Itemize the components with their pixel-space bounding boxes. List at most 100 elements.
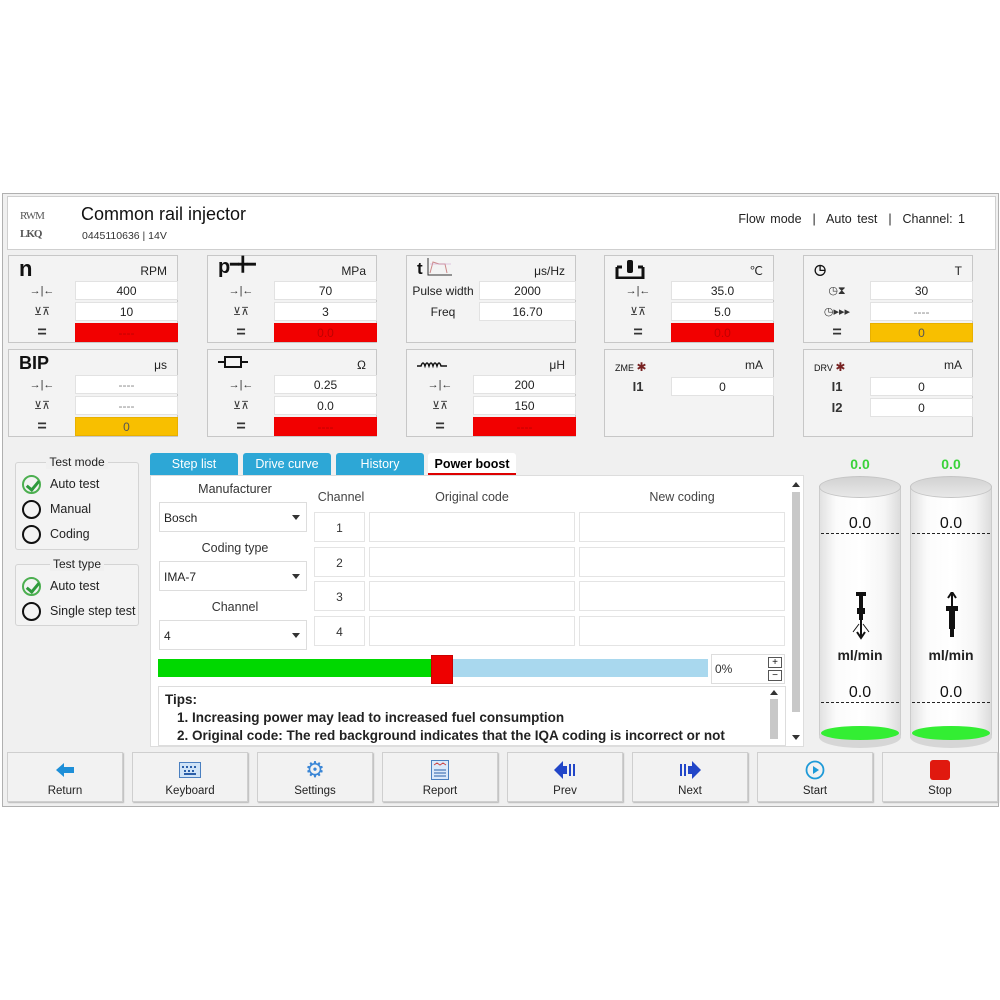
manufacturer-select[interactable]: Bosch xyxy=(159,502,307,532)
radio-label: Single step test xyxy=(50,604,136,618)
cell-new-coding[interactable] xyxy=(579,512,785,542)
radio-circle-icon xyxy=(22,524,41,544)
return-button[interactable]: Return xyxy=(7,752,123,802)
time-run[interactable]: ---- xyxy=(870,302,973,321)
rpm-tolerance[interactable]: 10 xyxy=(75,302,178,321)
keyboard-button[interactable]: Keyboard xyxy=(132,752,248,802)
cell-original-code[interactable] xyxy=(369,547,575,577)
freq-value[interactable]: 16.70 xyxy=(479,302,576,321)
coding-type-label: Coding type xyxy=(201,541,269,555)
injection-readout: 0.0 xyxy=(850,456,870,472)
panel-bip: BIP μs →|← ---- ⊻⊼ ---- = 0 xyxy=(8,349,178,437)
pulse-width-value[interactable]: 2000 xyxy=(479,281,576,300)
button-label: Report xyxy=(422,785,458,797)
scroll-up-icon xyxy=(792,482,800,487)
tab-history[interactable]: History xyxy=(336,453,424,475)
channel-label: Channel xyxy=(211,600,259,614)
inductance-tolerance[interactable]: 150 xyxy=(473,396,576,415)
clock-icon: ◷ xyxy=(814,261,827,277)
radio-label: Auto test xyxy=(50,477,100,491)
panel-rpm: n RPM →|← 400 ⊻⊼ 10 = ---- xyxy=(8,255,178,343)
prev-button[interactable]: Prev xyxy=(507,752,623,802)
stop-button[interactable]: Stop xyxy=(882,752,998,802)
cell-new-coding[interactable] xyxy=(579,547,785,577)
cell-original-code[interactable] xyxy=(369,616,575,646)
zme-title: ZME ✱ xyxy=(615,360,647,374)
decrement-button[interactable]: − xyxy=(768,670,782,681)
gear-icon: ⚙ xyxy=(305,757,325,782)
tab-drive-curve[interactable]: Drive curve xyxy=(243,453,331,475)
pressure-tolerance[interactable]: 3 xyxy=(274,302,377,321)
temperature-target[interactable]: 35.0 xyxy=(671,281,774,300)
target-icon: →|← xyxy=(228,379,254,391)
content-scrollbar[interactable] xyxy=(791,480,801,742)
equals-icon: = xyxy=(435,418,445,435)
tab-power-boost[interactable]: Power boost xyxy=(428,453,516,475)
next-button[interactable]: Next xyxy=(632,752,748,802)
timer-run-icon: ◷▸▸▸ xyxy=(823,306,851,318)
drv-i1-label: I1 xyxy=(831,379,843,394)
return-unit: ml/min xyxy=(928,647,974,663)
panel-drv: DRV ✱ mA I1 0 I2 0 xyxy=(803,349,973,437)
bip-title: BIP xyxy=(19,353,50,373)
button-label: Start xyxy=(802,785,828,797)
button-label: Keyboard xyxy=(165,785,215,797)
cell-original-code[interactable] xyxy=(369,581,575,611)
settings-button[interactable]: ⚙ Settings xyxy=(257,752,373,802)
cell-channel: 3 xyxy=(314,581,365,611)
bip-tolerance[interactable]: ---- xyxy=(75,396,178,415)
radio-single-step[interactable]: Single step test xyxy=(22,600,135,622)
pulse-unit: μs/Hz xyxy=(534,264,565,278)
radio-coding[interactable]: Coding xyxy=(22,523,90,545)
equals-icon: = xyxy=(633,324,643,341)
cell-channel: 1 xyxy=(314,512,365,542)
inductance-unit: μH xyxy=(549,358,565,372)
resistor-icon xyxy=(218,353,248,374)
next-icon xyxy=(680,761,701,779)
resistance-tolerance[interactable]: 0.0 xyxy=(274,396,377,415)
status-channel: Channel: 1 xyxy=(902,212,965,226)
target-icon: →|← xyxy=(29,285,55,297)
resistance-target[interactable]: 0.25 xyxy=(274,375,377,394)
power-slider[interactable] xyxy=(158,655,708,684)
button-label: Settings xyxy=(294,785,336,797)
equals-icon: = xyxy=(37,418,47,435)
pulse-icon: t xyxy=(417,258,453,279)
inductance-target[interactable]: 200 xyxy=(473,375,576,394)
button-label: Prev xyxy=(553,785,577,797)
tips-scrollbar[interactable] xyxy=(769,689,779,745)
bip-target[interactable]: ---- xyxy=(75,375,178,394)
status-line: Flow mode | Auto test | Channel: 1 xyxy=(738,212,965,226)
radio-label: Manual xyxy=(50,502,91,516)
status-mode: Flow mode xyxy=(738,212,802,226)
channel-select[interactable]: 4 xyxy=(159,620,307,650)
lower-mark: 0.0 xyxy=(912,684,990,721)
tab-step-list[interactable]: Step list xyxy=(150,453,238,475)
col-header-new: New coding xyxy=(649,490,715,504)
slider-handle[interactable] xyxy=(431,655,453,684)
scroll-up-icon xyxy=(770,690,778,695)
radio-type-auto-test[interactable]: Auto test xyxy=(22,575,99,597)
liquid-level xyxy=(821,726,899,740)
resistance-actual: ---- xyxy=(274,417,377,436)
time-wait[interactable]: 30 xyxy=(870,281,973,300)
coding-type-select[interactable]: IMA-7 xyxy=(159,561,307,591)
zme-unit: mA xyxy=(745,358,763,372)
pressure-target[interactable]: 70 xyxy=(274,281,377,300)
start-button[interactable]: Start xyxy=(757,752,873,802)
radio-auto-test[interactable]: Auto test xyxy=(22,473,99,495)
time-actual: 0 xyxy=(870,323,973,342)
liquid-level xyxy=(912,726,990,740)
upper-mark: 0.0 xyxy=(821,515,899,552)
cell-new-coding[interactable] xyxy=(579,616,785,646)
cell-new-coding[interactable] xyxy=(579,581,785,611)
report-button[interactable]: Report xyxy=(382,752,498,802)
panel-pressure: p━╋━ MPa →|← 70 ⊻⊼ 3 = 0.0 xyxy=(207,255,377,343)
cell-original-code[interactable] xyxy=(369,512,575,542)
temperature-tolerance[interactable]: 5.0 xyxy=(671,302,774,321)
rpm-target[interactable]: 400 xyxy=(75,281,178,300)
radio-manual[interactable]: Manual xyxy=(22,498,91,520)
panel-temperature: ℃ →|← 35.0 ⊻⊼ 5.0 = 0.0 xyxy=(604,255,774,343)
check-icon xyxy=(22,474,41,494)
increment-button[interactable]: + xyxy=(768,657,782,668)
